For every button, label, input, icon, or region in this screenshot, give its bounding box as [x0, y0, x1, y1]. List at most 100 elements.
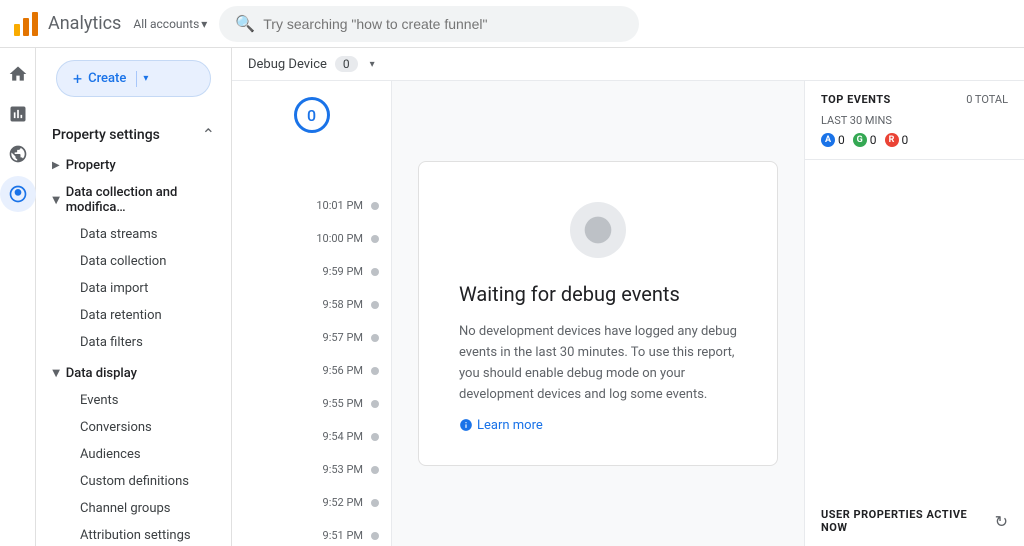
- top-events-header: TOP EVENTS 0 TOTAL: [821, 93, 1008, 106]
- timeline-dot: [371, 499, 379, 507]
- sidebar: + Create ▾ Property settings ⌃ ▶ Propert…: [36, 48, 232, 546]
- waiting-icon: [570, 202, 626, 258]
- search-input[interactable]: [263, 16, 623, 32]
- red-dot: R: [885, 133, 899, 147]
- sidebar-item-data-collection-mod-label: Data collection and modifica…: [66, 185, 223, 215]
- main-content: + Create ▾ Property settings ⌃ ▶ Propert…: [0, 48, 1024, 546]
- top-events-total: 0 TOTAL: [966, 93, 1008, 106]
- timeline-dot: [371, 235, 379, 243]
- nav-advertising-icon[interactable]: [0, 176, 36, 212]
- chevron-down-icon: ▶: [50, 370, 61, 378]
- search-bar[interactable]: 🔍: [219, 6, 639, 42]
- refresh-icon[interactable]: ↻: [995, 512, 1008, 531]
- timeline-entry: 9:57 PM: [232, 321, 391, 354]
- timeline-dot: [371, 400, 379, 408]
- timeline-entry: 9:59 PM: [232, 255, 391, 288]
- learn-more-label: Learn more: [477, 418, 543, 433]
- debug-body: 0 10:01 PM 10:00 PM 9:59 PM 9:58 PM 9:57…: [232, 81, 1024, 546]
- sidebar-item-property-label: Property: [66, 158, 116, 173]
- sidebar-item-events-label: Events: [80, 393, 118, 408]
- event-count-blue: A 0: [821, 133, 845, 147]
- content-area: Debug Device 0 ▾ 0 10:01 PM 10:00 PM 9:5…: [232, 48, 1024, 546]
- sidebar-item-data-import[interactable]: Data import: [36, 275, 231, 302]
- timeline-dot: [371, 202, 379, 210]
- waiting-title: Waiting for debug events: [459, 282, 737, 306]
- learn-more-link[interactable]: Learn more: [459, 418, 737, 433]
- header: Analytics All accounts ▾ 🔍: [0, 0, 1024, 48]
- timeline-zero-circle: 0: [294, 97, 330, 133]
- sidebar-item-events[interactable]: Events: [36, 387, 231, 414]
- logo: Analytics: [12, 10, 121, 38]
- sidebar-item-conversions-label: Conversions: [80, 420, 152, 435]
- last-30-label: LAST 30 MINS: [821, 114, 1008, 127]
- sidebar-item-data-collection-label: Data collection: [80, 254, 166, 269]
- chevron-down-icon: ▾: [143, 73, 148, 84]
- timeline-dot: [371, 532, 379, 540]
- user-properties-section: USER PROPERTIES ACTIVE NOW ↻: [805, 496, 1024, 546]
- create-button-label: Create: [88, 71, 126, 86]
- sidebar-item-data-streams[interactable]: Data streams: [36, 221, 231, 248]
- event-counts: A 0 G 0 R 0: [821, 133, 1008, 147]
- timeline-dot: [371, 301, 379, 309]
- nav-home-icon[interactable]: [0, 56, 36, 92]
- sidebar-item-conversions[interactable]: Conversions: [36, 414, 231, 441]
- timeline-entry: 10:00 PM: [232, 222, 391, 255]
- sidebar-item-audiences-label: Audiences: [80, 447, 141, 462]
- chevron-down-icon: ▶: [50, 196, 61, 204]
- top-events-section: TOP EVENTS 0 TOTAL LAST 30 MINS A 0 G 0: [805, 81, 1024, 160]
- timeline-dot: [371, 433, 379, 441]
- timeline-dot: [371, 334, 379, 342]
- sidebar-title: Property settings: [52, 127, 160, 143]
- count-red-value: 0: [902, 133, 909, 147]
- debug-device-header: Debug Device 0 ▾: [232, 48, 1024, 81]
- count-green-value: 0: [870, 133, 877, 147]
- blue-dot: A: [821, 133, 835, 147]
- timeline-panel: 0 10:01 PM 10:00 PM 9:59 PM 9:58 PM 9:57…: [232, 81, 392, 546]
- sidebar-item-data-collection[interactable]: Data collection: [36, 248, 231, 275]
- app: Analytics All accounts ▾ 🔍: [0, 0, 1024, 546]
- sidebar-item-data-retention-label: Data retention: [80, 308, 162, 323]
- sidebar-item-property[interactable]: ▶ Property: [36, 152, 231, 179]
- all-accounts-link[interactable]: All accounts ▾: [133, 17, 207, 31]
- sidebar-item-data-streams-label: Data streams: [80, 227, 157, 242]
- create-dropdown-divider: [136, 71, 137, 87]
- event-count-red: R 0: [885, 133, 909, 147]
- sidebar-item-data-collection-mod[interactable]: ▶ Data collection and modifica…: [36, 179, 231, 221]
- timeline-entry: 9:52 PM: [232, 486, 391, 519]
- right-empty-space: [805, 160, 1024, 496]
- sidebar-item-custom-definitions[interactable]: Custom definitions: [36, 468, 231, 495]
- right-panel: TOP EVENTS 0 TOTAL LAST 30 MINS A 0 G 0: [804, 81, 1024, 546]
- sidebar-item-channel-groups[interactable]: Channel groups: [36, 495, 231, 522]
- timeline-entry: 9:58 PM: [232, 288, 391, 321]
- sidebar-item-data-filters[interactable]: Data filters: [36, 329, 231, 356]
- timeline-entries: 10:01 PM 10:00 PM 9:59 PM 9:58 PM 9:57 P…: [232, 189, 391, 546]
- timeline-entry: 9:53 PM: [232, 453, 391, 486]
- sidebar-item-data-display[interactable]: ▶ Data display: [36, 360, 231, 387]
- nav-reports-icon[interactable]: [0, 96, 36, 132]
- sidebar-item-custom-definitions-label: Custom definitions: [80, 474, 189, 489]
- center-panel: Waiting for debug events No development …: [392, 81, 804, 546]
- timeline-dot: [371, 466, 379, 474]
- timeline-entry: 9:54 PM: [232, 420, 391, 453]
- sidebar-item-data-filters-label: Data filters: [80, 335, 143, 350]
- debug-device-chevron[interactable]: ▾: [370, 59, 375, 70]
- sidebar-item-audiences[interactable]: Audiences: [36, 441, 231, 468]
- timeline-dot: [371, 268, 379, 276]
- user-properties-title: USER PROPERTIES ACTIVE NOW: [821, 508, 995, 534]
- search-icon: 🔍: [235, 14, 255, 33]
- sidebar-item-data-import-label: Data import: [80, 281, 148, 296]
- sidebar-item-data-display-label: Data display: [66, 366, 137, 381]
- collapse-icon[interactable]: ⌃: [202, 125, 215, 144]
- sidebar-item-attribution-settings-label: Attribution settings: [80, 528, 191, 543]
- nav-explore-icon[interactable]: [0, 136, 36, 172]
- plus-icon: +: [73, 69, 82, 88]
- debug-device-badge: 0: [335, 56, 358, 72]
- sidebar-item-attribution-settings[interactable]: Attribution settings: [36, 522, 231, 546]
- waiting-card: Waiting for debug events No development …: [418, 161, 778, 465]
- create-button[interactable]: + Create ▾: [56, 60, 211, 97]
- sidebar-item-data-retention[interactable]: Data retention: [36, 302, 231, 329]
- app-title: Analytics: [48, 13, 121, 34]
- sidebar-item-channel-groups-label: Channel groups: [80, 501, 171, 516]
- waiting-text: No development devices have logged any d…: [459, 322, 737, 405]
- timeline-entry: 9:55 PM: [232, 387, 391, 420]
